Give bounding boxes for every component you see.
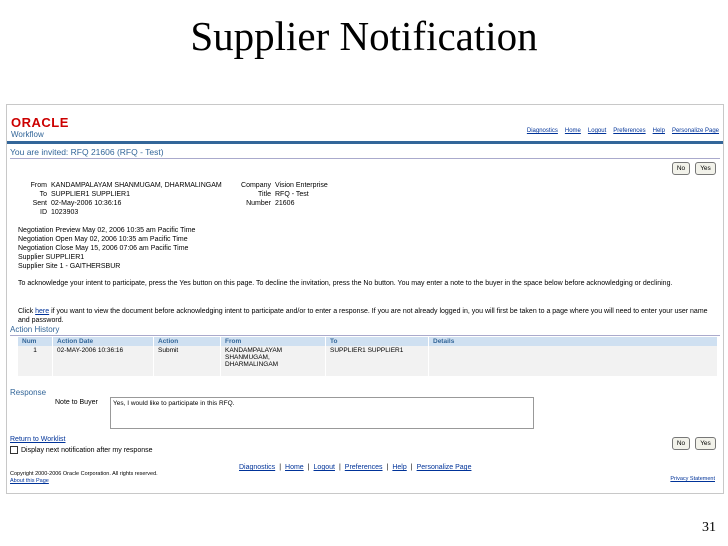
company-label: Company [241, 182, 271, 189]
negotiation-preview: Negotiation Preview May 02, 2006 10:35 a… [18, 227, 196, 234]
number-label: Number [246, 200, 271, 207]
sent-value: 02-May-2006 10:36:16 [51, 200, 122, 207]
footer-personalize-link[interactable]: Personalize Page [417, 464, 472, 471]
col-action-date: Action Date [52, 337, 154, 346]
about-page-link[interactable]: About this Page [10, 478, 158, 485]
display-next-checkbox[interactable] [10, 446, 18, 454]
slide-title: Supplier Notification [190, 13, 538, 59]
display-next-label: Display next notification after my respo… [21, 446, 153, 454]
footer-links: Diagnostics | Home | Logout | Preferences | … [239, 464, 471, 471]
slide-number: 31 [702, 520, 716, 535]
note-to-buyer-label: Note to Buyer [55, 399, 98, 406]
col-num: Num [18, 337, 53, 346]
from-value: KANDAMPALAYAM SHANMUGAM, DHARMALINGAM [51, 182, 222, 189]
to-value: SUPPLIER1 SUPPLIER1 [51, 191, 130, 198]
table-row: 1 02-MAY-2006 10:36:16 Submit KANDAMPALA… [18, 346, 718, 376]
privacy-statement-link[interactable]: Privacy Statement [670, 476, 715, 482]
copyright-text: Copyright 2000-2006 Oracle Corporation. … [10, 471, 158, 477]
col-from: From [220, 337, 326, 346]
home-link[interactable]: Home [565, 128, 581, 134]
no-button-bottom[interactable]: No [672, 437, 690, 450]
separator: | [279, 464, 282, 471]
col-to: To [325, 337, 429, 346]
footer-help-link[interactable]: Help [392, 464, 406, 471]
yes-button-top[interactable]: Yes [695, 162, 716, 175]
negotiation-details: Negotiation Preview May 02, 2006 10:35 a… [18, 226, 195, 271]
separator: | [307, 464, 310, 471]
click-suffix: if you want to view the document before … [18, 308, 708, 324]
cell-details [428, 346, 718, 376]
oracle-logo: ORACLE [11, 115, 69, 130]
company-value: Vision Enterprise [275, 182, 328, 189]
click-here-text: Click here if you want to view the docum… [18, 307, 718, 325]
cell-action: Submit [153, 346, 221, 376]
note-to-buyer-input[interactable] [110, 397, 534, 429]
title-label: Title [258, 191, 271, 198]
footer-logout-link[interactable]: Logout [314, 464, 335, 471]
click-prefix: Click [18, 308, 34, 315]
cell-action-date: 02-MAY-2006 10:36:16 [52, 346, 154, 376]
negotiation-close: Negotiation Close May 15, 2006 07:06 am … [18, 245, 189, 252]
title-divider [10, 158, 720, 159]
copyright-block: Copyright 2000-2006 Oracle Corporation. … [10, 471, 158, 485]
number-value: 21606 [275, 200, 295, 207]
display-next-checkbox-row[interactable]: Display next notification after my respo… [10, 446, 153, 454]
page-title: You are invited: RFQ 21606 (RFQ - Test) [10, 147, 164, 157]
preferences-link[interactable]: Preferences [613, 128, 645, 134]
workflow-brand: Workflow [11, 130, 44, 139]
header-bar [7, 141, 723, 144]
supplier-name: Supplier SUPPLIER1 [18, 254, 85, 261]
footer-diagnostics-link[interactable]: Diagnostics [239, 464, 275, 471]
action-history-header: Action History [10, 325, 60, 334]
separator: | [386, 464, 389, 471]
logout-link[interactable]: Logout [588, 128, 606, 134]
help-link[interactable]: Help [653, 128, 665, 134]
separator: | [410, 464, 413, 471]
sent-label: Sent [32, 200, 47, 207]
page-header: ORACLE Workflow Diagnostics Home Logout … [7, 105, 723, 145]
cell-num: 1 [18, 346, 53, 376]
action-history-table: Num Action Date Action From To Details 1… [18, 337, 718, 376]
invitation-details: From KANDAMPALAYAM SHANMUGAM, DHARMALINGA… [15, 181, 328, 217]
footer-preferences-link[interactable]: Preferences [345, 464, 383, 471]
screenshot-frame: ORACLE Workflow Diagnostics Home Logout … [6, 104, 724, 494]
instructions-text: To acknowledge your intent to participat… [18, 280, 673, 287]
personalize-page-link[interactable]: Personalize Page [672, 128, 719, 134]
footer-home-link[interactable]: Home [285, 464, 304, 471]
id-label: ID [40, 209, 47, 216]
title-value: RFQ - Test [275, 191, 309, 198]
response-header: Response [10, 388, 47, 397]
return-to-worklist-link[interactable]: Return to Worklist [10, 436, 66, 443]
yes-button-bottom[interactable]: Yes [695, 437, 716, 450]
global-links: Diagnostics Home Logout Preferences Help… [520, 128, 719, 134]
from-label: From [30, 182, 47, 189]
action-history-divider [10, 335, 720, 336]
here-link[interactable]: here [35, 308, 49, 315]
col-details: Details [428, 337, 718, 346]
no-button-top[interactable]: No [672, 162, 690, 175]
col-action: Action [153, 337, 221, 346]
cell-from: KANDAMPALAYAM SHANMUGAM, DHARMALINGAM [220, 346, 326, 376]
id-value: 1023903 [51, 209, 79, 216]
diagnostics-link[interactable]: Diagnostics [527, 128, 558, 134]
cell-to: SUPPLIER1 SUPPLIER1 [325, 346, 429, 376]
to-label: To [39, 191, 47, 198]
supplier-site: Supplier Site 1 - GAITHERSBUR [18, 263, 121, 270]
negotiation-open: Negotiation Open May 02, 2006 10:35 am P… [18, 236, 188, 243]
separator: | [338, 464, 341, 471]
